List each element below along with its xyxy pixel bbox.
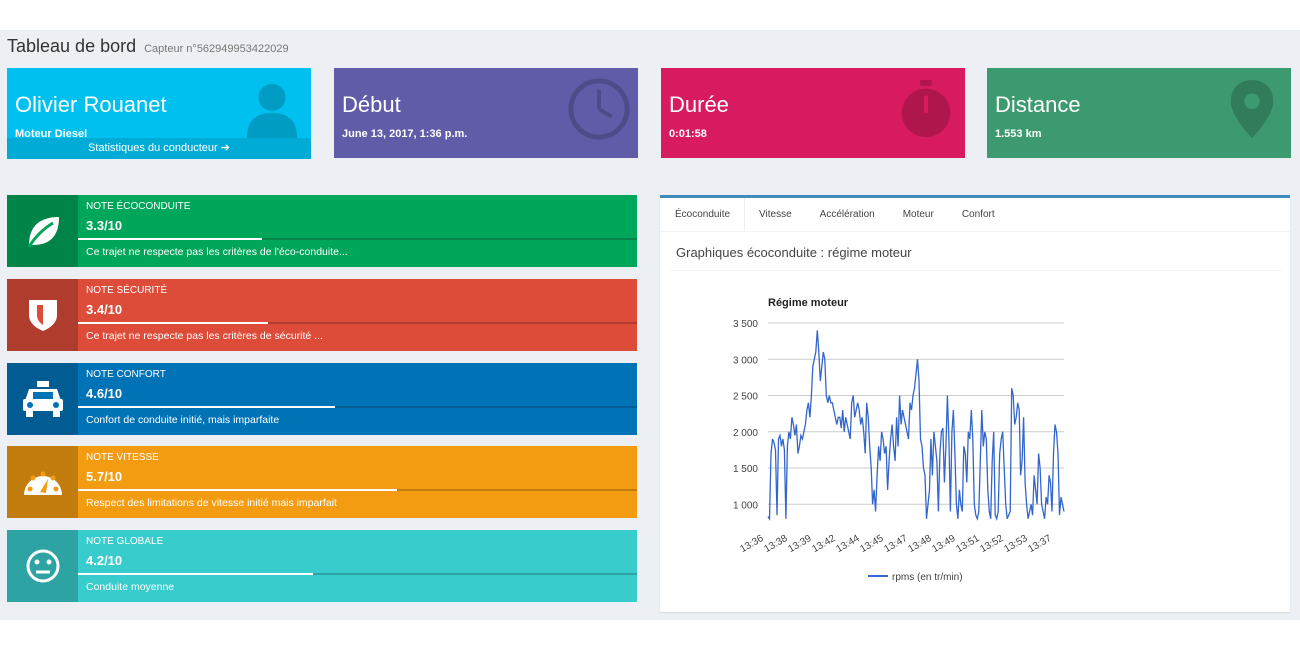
chart-title: Régime moteur — [768, 297, 849, 309]
driver-box: Olivier Rouanet Moteur Diesel Statistiqu… — [7, 68, 311, 159]
note-label: NOTE ÉCOCONDUITE — [86, 201, 191, 212]
note-confort: NOTE CONFORT 4.6/10 Confort de conduite … — [7, 363, 637, 435]
distance-box: Distance 1.553 km — [987, 68, 1291, 158]
note-description: Confort de conduite initié, mais imparfa… — [86, 414, 280, 426]
duration-value: 0:01:58 — [669, 128, 707, 140]
x-tick-label: 13:47 — [882, 533, 910, 555]
note-score: 3.3/10 — [86, 218, 123, 233]
start-box: Début June 13, 2017, 1:36 p.m. — [334, 68, 638, 158]
x-tick-label: 13:45 — [858, 533, 886, 555]
clock-icon — [568, 78, 630, 140]
tab-acceleration[interactable]: Accélération — [806, 198, 889, 231]
note-score: 4.6/10 — [86, 386, 123, 401]
note-label: NOTE CONFORT — [86, 369, 166, 380]
note-score: 5.7/10 — [86, 469, 123, 484]
y-tick-label: 2 000 — [733, 428, 758, 439]
note-label: NOTE VITESSE — [86, 452, 159, 463]
distance-value: 1.553 km — [995, 128, 1042, 140]
speedometer-icon — [23, 471, 62, 495]
tab-confort[interactable]: Confort — [948, 198, 1009, 231]
note-progress — [78, 573, 637, 575]
leaf-icon — [27, 217, 59, 248]
note-description: Ce trajet ne respecte pas les critères d… — [86, 246, 348, 258]
chart-panel: Écoconduite Vitesse Accélération Moteur … — [660, 195, 1290, 612]
start-title: Début — [342, 92, 401, 117]
duration-box: Durée 0:01:58 — [661, 68, 965, 158]
dashboard-page: Tableau de bord Capteur n°56294995342202… — [0, 30, 1300, 620]
note-label: NOTE SÉCURITÉ — [86, 285, 168, 296]
tab-moteur[interactable]: Moteur — [889, 198, 948, 231]
y-tick-label: 3 000 — [733, 355, 758, 366]
x-tick-label: 13:42 — [810, 533, 838, 555]
x-tick-label: 13:51 — [954, 533, 982, 555]
note-ecoconduite: NOTE ÉCOCONDUITE 3.3/10 Ce trajet ne res… — [7, 195, 637, 267]
distance-title: Distance — [995, 92, 1081, 117]
rpm-series-line — [767, 330, 1065, 522]
note-description: Conduite moyenne — [86, 581, 175, 593]
meh-face-icon — [26, 549, 59, 583]
x-tick-label: 13:39 — [786, 533, 814, 555]
x-tick-label: 13:48 — [906, 533, 934, 555]
note-globale: NOTE GLOBALE 4.2/10 Conduite moyenne — [7, 530, 637, 602]
user-icon — [246, 83, 298, 139]
rpm-chart: Régime moteur 1 000 1 500 2 000 2 500 3 000 3 … — [733, 297, 1065, 583]
note-vitesse: NOTE VITESSE 5.7/10 Respect des limitati… — [7, 446, 637, 518]
legend-label: rpms (en tr/min) — [892, 572, 963, 583]
note-description: Respect des limitations de vitesse initi… — [86, 497, 337, 509]
tab-vitesse[interactable]: Vitesse — [745, 198, 806, 231]
y-tick-label: 3 500 — [733, 319, 758, 330]
y-tick-label: 1 000 — [733, 500, 758, 511]
x-tick-label: 13:36 — [738, 533, 766, 555]
start-datetime: June 13, 2017, 1:36 p.m. — [342, 128, 468, 140]
y-tick-label: 2 500 — [733, 392, 758, 403]
chart-tabs: Écoconduite Vitesse Accélération Moteur … — [660, 198, 1290, 232]
y-tick-label: 1 500 — [733, 464, 758, 475]
note-score: 4.2/10 — [86, 553, 123, 568]
stopwatch-icon — [901, 79, 951, 138]
note-progress — [78, 406, 637, 408]
page-header: Tableau de bord Capteur n°56294995342202… — [7, 36, 289, 57]
duration-title: Durée — [669, 92, 729, 117]
taxi-icon — [22, 381, 63, 417]
x-tick-label: 13:52 — [978, 533, 1006, 555]
page-title: Tableau de bord — [7, 36, 137, 56]
driver-name: Olivier Rouanet — [15, 92, 167, 117]
driver-stats-link[interactable]: Statistiques du conducteur ➔ — [7, 138, 311, 159]
x-tick-label: 13:44 — [834, 533, 862, 555]
chart-section-title: Graphiques écoconduite : régime moteur — [676, 245, 912, 260]
note-progress — [78, 238, 637, 240]
x-tick-label: 13:49 — [930, 533, 958, 555]
note-label: NOTE GLOBALE — [86, 536, 164, 547]
note-description: Ce trajet ne respecte pas les critères d… — [86, 330, 323, 342]
tab-ecoconduite[interactable]: Écoconduite — [660, 198, 746, 231]
x-tick-label: 13:53 — [1002, 533, 1030, 555]
x-tick-label: 13:38 — [762, 533, 790, 555]
note-score: 3.4/10 — [86, 302, 123, 317]
sensor-id: Capteur n°562949953422029 — [144, 43, 289, 55]
note-progress — [78, 489, 637, 491]
note-progress — [78, 322, 637, 324]
note-securite: NOTE SÉCURITÉ 3.4/10 Ce trajet ne respec… — [7, 279, 637, 351]
shield-icon — [28, 300, 57, 331]
x-tick-label: 13:37 — [1026, 533, 1054, 555]
map-marker-icon — [1230, 79, 1274, 139]
